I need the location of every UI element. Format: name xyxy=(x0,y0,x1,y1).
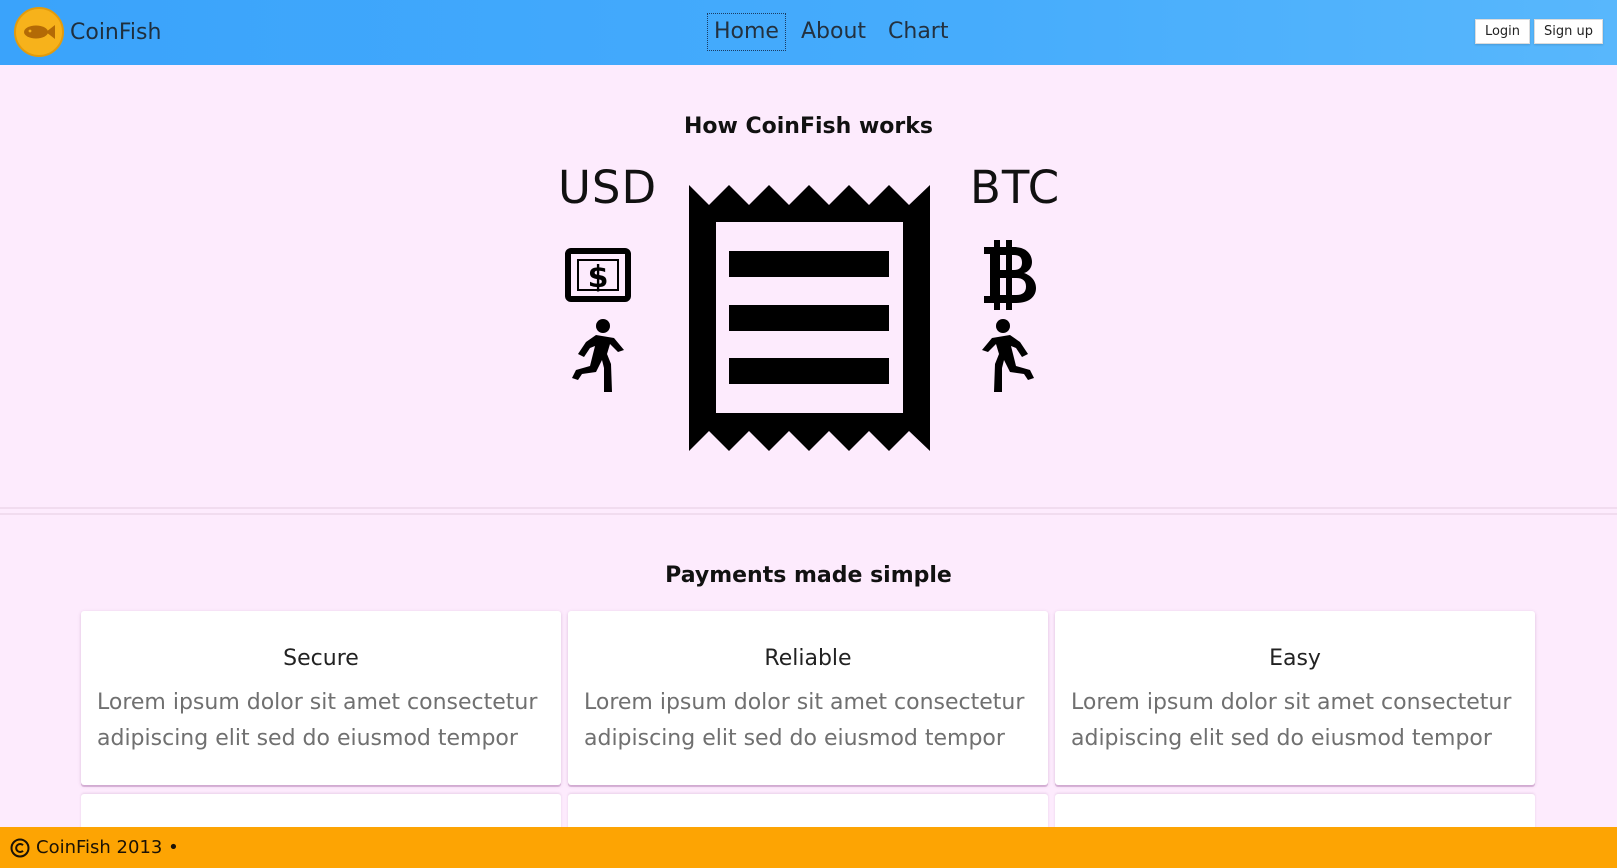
card-title: Reliable xyxy=(764,646,852,671)
card-body: Lorem ipsum dolor sit amet consectetur a… xyxy=(97,690,538,751)
feature-card-reliable: Reliable Lorem ipsum dolor sit amet cons… xyxy=(568,611,1048,785)
login-button[interactable]: Login xyxy=(1474,19,1531,44)
brand[interactable]: CoinFish xyxy=(14,7,161,57)
bitcoin-icon xyxy=(984,240,1036,310)
card-body: Lorem ipsum dolor sit amet consectetur a… xyxy=(584,690,1025,751)
nav-about-link[interactable]: About xyxy=(794,13,873,51)
nav-home-link[interactable]: Home xyxy=(707,13,786,51)
runner-icon xyxy=(982,319,1034,392)
footer: CoinFish 2013 • xyxy=(0,827,1617,868)
card-title: Easy xyxy=(1269,646,1321,671)
features-title: Payments made simple xyxy=(665,563,952,588)
coinfish-logo[interactable] xyxy=(14,7,64,57)
section-divider xyxy=(0,507,1617,515)
feature-card-easy: Easy Lorem ipsum dolor sit amet consecte… xyxy=(1055,611,1535,785)
feature-card-secure: Secure Lorem ipsum dolor sit amet consec… xyxy=(81,611,561,785)
hero-title: How CoinFish works xyxy=(684,114,933,139)
card-body: Lorem ipsum dolor sit amet consectetur a… xyxy=(1071,690,1512,751)
svg-text:$: $ xyxy=(588,260,609,295)
footer-copyright-text: CoinFish 2013 • xyxy=(36,837,179,858)
copyright-icon xyxy=(10,838,30,857)
dollar-bill-icon: $ xyxy=(565,248,631,302)
auth-buttons: Login Sign up xyxy=(1471,19,1603,44)
brand-name[interactable]: CoinFish xyxy=(70,20,161,45)
receipt-icon xyxy=(689,185,930,451)
card-title: Secure xyxy=(283,646,359,671)
usd-label: USD xyxy=(558,161,658,214)
btc-label: BTC xyxy=(970,161,1061,214)
runner-icon xyxy=(572,319,624,392)
top-navbar: CoinFish Home About Chart Login Sign up xyxy=(0,0,1617,65)
fish-icon xyxy=(24,25,55,39)
main-nav: Home About Chart xyxy=(707,13,963,51)
nav-chart-link[interactable]: Chart xyxy=(881,13,955,51)
signup-button[interactable]: Sign up xyxy=(1534,19,1603,44)
